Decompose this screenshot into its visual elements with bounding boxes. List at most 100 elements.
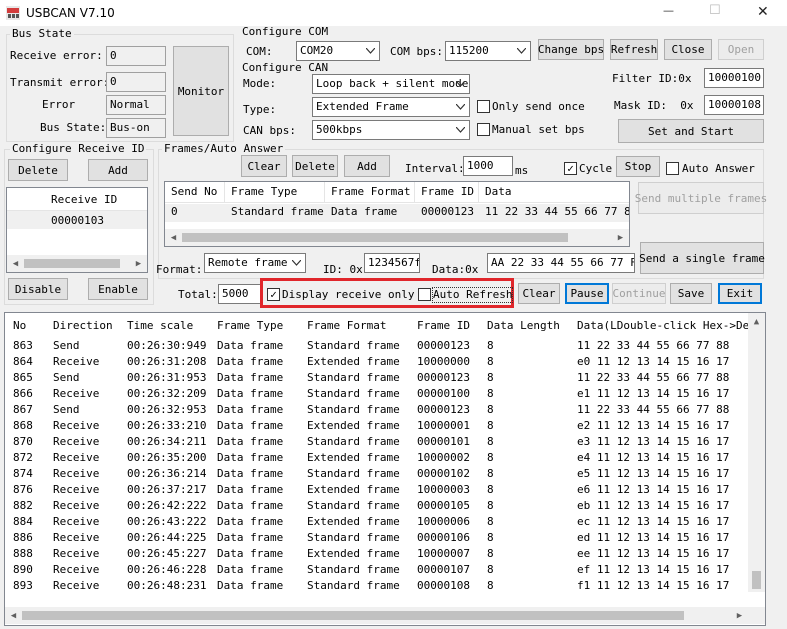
log-hscrollbar[interactable]: ◀ ▶ xyxy=(5,607,765,624)
interval-input[interactable]: 1000 xyxy=(463,156,513,176)
type-select[interactable]: Extended Frame xyxy=(312,97,470,117)
close-button[interactable]: Close xyxy=(664,39,712,60)
refresh-button[interactable]: Refresh xyxy=(610,39,658,60)
frames-col-frame-format[interactable]: Frame Format xyxy=(325,182,415,202)
only-send-once-checkbox[interactable] xyxy=(477,100,490,113)
pause-button[interactable]: Pause xyxy=(565,283,609,304)
format-select[interactable]: Remote frame xyxy=(204,253,306,273)
scroll-left-icon[interactable]: ◀ xyxy=(7,255,24,272)
maximize-icon[interactable]: ☐ xyxy=(709,3,721,18)
frames-list[interactable]: Send No Frame Type Frame Format Frame ID… xyxy=(164,181,630,247)
log-col-frame-type[interactable]: Frame Type xyxy=(217,318,283,334)
log-row[interactable]: 884 Receive 00:26:43:222 Data frame Extended… xyxy=(5,514,747,530)
can-bps-select[interactable]: 500kbps xyxy=(312,120,470,140)
manual-set-bps-label[interactable]: Manual set bps xyxy=(492,123,585,137)
display-receive-only-label[interactable]: Display receive only xyxy=(282,288,414,302)
receive-list-hscrollbar[interactable]: ◀ ▶ xyxy=(7,255,147,272)
receive-error-field: 0 xyxy=(106,46,166,66)
auto-answer-label[interactable]: Auto Answer xyxy=(682,162,755,176)
com-bps-select[interactable]: 115200 xyxy=(445,41,531,61)
manual-set-bps-checkbox[interactable] xyxy=(477,123,490,136)
open-button[interactable]: Open xyxy=(718,39,764,60)
frames-list-row[interactable]: 0 Standard frame Data frame 00000123 11 … xyxy=(165,204,629,222)
data-input[interactable]: AA 22 33 44 55 66 77 FF xyxy=(487,253,635,273)
log-row[interactable]: 876 Receive 00:26:37:217 Data frame Extended… xyxy=(5,482,747,498)
log-row[interactable]: 888 Receive 00:26:45:227 Data frame Extended… xyxy=(5,546,747,562)
log-row[interactable]: 893 Receive 00:26:48:231 Data frame Standard… xyxy=(5,578,747,594)
scroll-up-icon[interactable]: ▲ xyxy=(748,313,765,330)
log-col-frame-format[interactable]: Frame Format xyxy=(307,318,386,334)
frames-col-send-no[interactable]: Send No xyxy=(165,182,225,202)
frames-list-hscrollbar[interactable]: ◀ ▶ xyxy=(165,229,629,246)
log-row[interactable]: 866 Receive 00:26:32:209 Data frame Standard… xyxy=(5,386,747,402)
log-list[interactable]: No Direction Time scale Frame Type Frame… xyxy=(4,312,766,626)
frames-col-frame-id[interactable]: Frame ID xyxy=(415,182,479,202)
set-and-start-button[interactable]: Set and Start xyxy=(618,119,764,143)
log-row[interactable]: 874 Receive 00:26:36:214 Data frame Standard… xyxy=(5,466,747,482)
log-col-frame-id[interactable]: Frame ID xyxy=(417,318,470,334)
receive-id-list[interactable]: Receive ID 00000103 ◀ ▶ xyxy=(6,187,148,273)
log-no: 866 xyxy=(13,387,33,400)
minimize-icon[interactable]: — xyxy=(663,4,674,17)
log-col-data[interactable]: Data(LDouble-click Hex->Dec) xyxy=(577,318,762,334)
log-vscrollbar[interactable]: ▲ xyxy=(748,313,765,592)
display-receive-only-checkbox[interactable]: ✓ xyxy=(267,288,280,301)
com-select[interactable]: COM20 xyxy=(296,41,380,61)
exit-button[interactable]: Exit xyxy=(718,283,762,304)
id-input[interactable]: 1234567f xyxy=(364,253,420,273)
scroll-left-icon[interactable]: ◀ xyxy=(165,229,182,246)
log-col-no[interactable]: No xyxy=(13,318,26,334)
enable-button[interactable]: Enable xyxy=(88,278,148,300)
auto-refresh-label[interactable]: Auto Refresh xyxy=(431,287,514,303)
log-row[interactable]: 864 Receive 00:26:31:208 Data frame Extended… xyxy=(5,354,747,370)
save-button[interactable]: Save xyxy=(670,283,712,304)
send-multiple-button[interactable]: Send multiple frames xyxy=(635,182,767,214)
close-icon[interactable]: ✕ xyxy=(757,4,769,20)
auto-answer-checkbox[interactable] xyxy=(666,162,679,175)
frames-clear-button[interactable]: Clear xyxy=(241,155,287,177)
frames-add-button[interactable]: Add xyxy=(344,155,390,177)
send-single-button[interactable]: Send a single frame xyxy=(639,242,765,274)
receive-id-row[interactable]: 00000103 xyxy=(7,211,147,229)
log-row[interactable]: 882 Receive 00:26:42:222 Data frame Standard… xyxy=(5,498,747,514)
change-bps-button[interactable]: Change bps xyxy=(538,39,604,60)
log-row[interactable]: 868 Receive 00:26:33:210 Data frame Extended… xyxy=(5,418,747,434)
disable-button[interactable]: Disable xyxy=(8,278,68,300)
scroll-thumb[interactable] xyxy=(22,611,684,620)
total-input[interactable]: 5000 xyxy=(218,284,262,304)
auto-refresh-checkbox[interactable] xyxy=(418,288,431,301)
log-row[interactable]: 890 Receive 00:26:46:228 Data frame Standard… xyxy=(5,562,747,578)
mask-id-input[interactable]: 10000108 xyxy=(704,95,764,115)
continue-button[interactable]: Continue xyxy=(612,283,666,304)
scroll-thumb[interactable] xyxy=(24,259,120,268)
log-row[interactable]: 886 Receive 00:26:44:225 Data frame Standard… xyxy=(5,530,747,546)
scroll-right-icon[interactable]: ▶ xyxy=(612,229,629,246)
receive-add-button[interactable]: Add xyxy=(88,159,148,181)
clear-button[interactable]: Clear xyxy=(518,283,560,304)
frames-col-data[interactable]: Data xyxy=(479,182,629,202)
cycle-checkbox[interactable]: ✓ xyxy=(564,162,577,175)
scroll-left-icon[interactable]: ◀ xyxy=(5,607,22,624)
log-direction: Receive xyxy=(53,467,100,480)
monitor-button[interactable]: Monitor xyxy=(173,46,229,136)
log-row[interactable]: 872 Receive 00:26:35:200 Data frame Extended… xyxy=(5,450,747,466)
scroll-thumb[interactable] xyxy=(182,233,568,242)
log-col-data-length[interactable]: Data Length xyxy=(487,318,560,334)
only-send-once-label[interactable]: Only send once xyxy=(492,100,585,114)
stop-button[interactable]: Stop xyxy=(616,156,660,177)
frames-col-frame-type[interactable]: Frame Type xyxy=(225,182,325,202)
scroll-right-icon[interactable]: ▶ xyxy=(130,255,147,272)
scroll-right-icon[interactable]: ▶ xyxy=(731,607,748,624)
mode-select[interactable]: Loop back + silent mode xyxy=(312,74,470,94)
cycle-label[interactable]: Cycle xyxy=(579,162,612,176)
scroll-thumb[interactable] xyxy=(752,571,761,589)
frames-delete-button[interactable]: Delete xyxy=(292,155,338,177)
log-row[interactable]: 870 Receive 00:26:34:211 Data frame Standard… xyxy=(5,434,747,450)
log-col-direction[interactable]: Direction xyxy=(53,318,113,334)
log-row[interactable]: 863 Send 00:26:30:949 Data frame Standard fr… xyxy=(5,338,747,354)
filter-id-input[interactable]: 10000100 xyxy=(704,68,764,88)
log-row[interactable]: 865 Send 00:26:31:953 Data frame Standard fr… xyxy=(5,370,747,386)
receive-delete-button[interactable]: Delete xyxy=(8,159,68,181)
log-col-time-scale[interactable]: Time scale xyxy=(127,318,193,334)
log-row[interactable]: 867 Send 00:26:32:953 Data frame Standard fr… xyxy=(5,402,747,418)
